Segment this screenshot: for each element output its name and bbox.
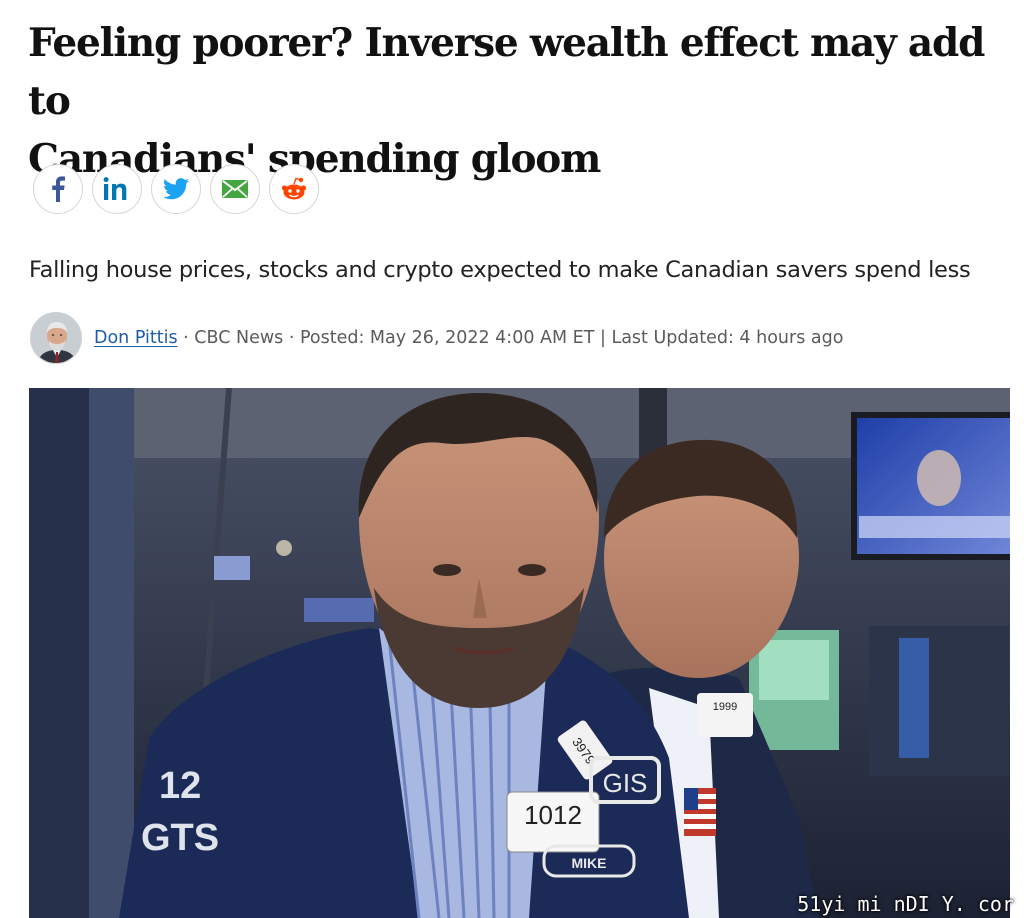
article-subheadline: Falling house prices, stocks and crypto …: [29, 257, 971, 283]
reddit-icon: [281, 177, 307, 200]
linkedin-icon: [103, 177, 127, 200]
badge-main-number: 1012: [524, 800, 582, 830]
hero-photo: 1999 1012 3979 GIS MIKE 12 GTS: [29, 388, 1010, 918]
facebook-icon: [52, 176, 65, 202]
sleeve-text: GTS: [141, 817, 219, 859]
us-flag-patch: [684, 788, 716, 836]
main-badge: 1012: [506, 791, 600, 853]
share-linkedin-button[interactable]: [92, 164, 142, 214]
byline-text: Don Pittis · CBC News · Posted: May 26, …: [94, 328, 843, 348]
share-twitter-button[interactable]: [151, 164, 201, 214]
watermark-text: 51yi mi nDI Y. cor: [797, 892, 1014, 916]
byline: Don Pittis · CBC News · Posted: May 26, …: [30, 312, 843, 364]
badge-right-label: 1999: [713, 701, 737, 713]
article-headline: Feeling poorer? Inverse wealth effect ma…: [28, 14, 1008, 188]
posted-date: Posted: May 26, 2022 4:00 AM ET: [299, 328, 595, 348]
byline-separator: |: [594, 328, 612, 348]
share-facebook-button[interactable]: [33, 164, 83, 214]
author-avatar[interactable]: [30, 312, 82, 364]
outlet-name: CBC News: [194, 328, 284, 348]
byline-separator: ·: [177, 328, 195, 348]
headline-line-1: Feeling poorer? Inverse wealth effect ma…: [28, 20, 985, 124]
author-link[interactable]: Don Pittis: [94, 328, 178, 348]
share-reddit-button[interactable]: [269, 164, 319, 214]
email-icon: [222, 180, 248, 198]
name-tag-text: MIKE: [572, 855, 607, 871]
share-bar: [33, 164, 319, 214]
sleeve-number: 12: [159, 765, 201, 807]
share-email-button[interactable]: [210, 164, 260, 214]
byline-separator: ·: [283, 328, 300, 348]
tv-monitor: [851, 412, 1010, 560]
twitter-icon: [163, 178, 189, 200]
jacket-logo-text: GIS: [603, 768, 648, 798]
updated-time: Last Updated: 4 hours ago: [611, 328, 844, 348]
